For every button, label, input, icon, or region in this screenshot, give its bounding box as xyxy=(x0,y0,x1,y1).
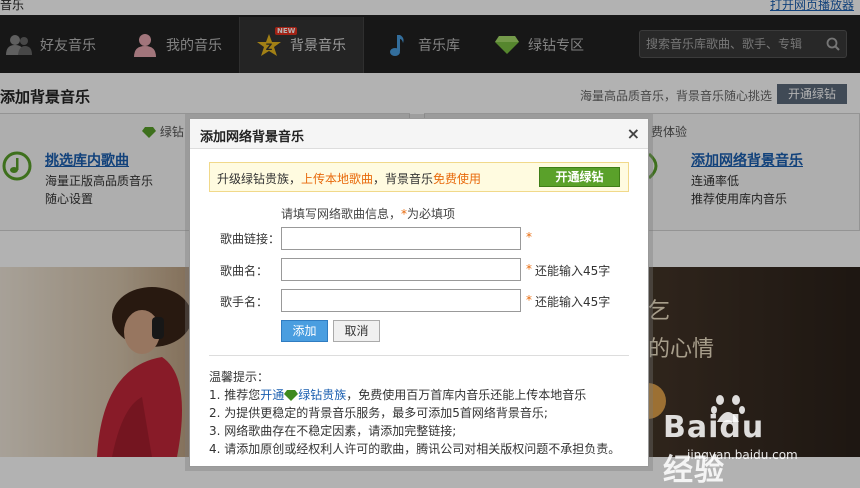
upsell-banner: 升级绿钻贵族，上传本地歌曲，背景音乐免费使用 开通绿钻 xyxy=(209,162,629,192)
dialog-header: 添加网络背景音乐 × xyxy=(190,119,648,149)
song-name-label: 歌曲名： xyxy=(220,264,269,278)
add-button[interactable]: 添加 xyxy=(281,320,328,342)
form-instruction: 请填写网络歌曲信息，*为必填项 xyxy=(281,207,456,221)
watermark-url: jingyan.baidu.com xyxy=(687,448,798,462)
divider xyxy=(209,355,629,356)
song-link-label: 歌曲链接： xyxy=(220,232,281,246)
song-name-input[interactable] xyxy=(281,258,521,281)
open-link[interactable]: 开通 xyxy=(260,388,284,402)
dialog-title: 添加网络背景音乐 xyxy=(200,130,305,145)
cancel-button[interactable]: 取消 xyxy=(333,320,380,342)
char-limit-hint: 还能输入45字 xyxy=(535,295,611,309)
tip-item: 1. 推荐您开通 绿钻贵族，免费使用百万首库内音乐还能上传本地音乐 xyxy=(209,388,587,402)
tip-item: 4. 请添加原创或经权利人许可的歌曲，腾讯公司对相关版权问题不承担负责。 xyxy=(209,442,621,456)
required-mark: * xyxy=(526,262,532,276)
upsell-text: 升级绿钻贵族，上传本地歌曲，背景音乐免费使用 xyxy=(217,172,482,186)
tip-item: 2. 为提供更稳定的背景音乐服务，最多可添加5首网络背景音乐; xyxy=(209,406,548,420)
song-link-input[interactable] xyxy=(281,227,521,250)
close-icon[interactable]: × xyxy=(627,124,640,143)
tips-title: 温馨提示： xyxy=(209,370,270,384)
green-diamond-noble-link[interactable]: 绿钻贵族 xyxy=(298,388,346,402)
required-mark: * xyxy=(526,293,532,307)
tip-item: 3. 网络歌曲存在不稳定因素，请添加完整链接; xyxy=(209,424,457,438)
open-green-diamond-button[interactable]: 开通绿钻 xyxy=(539,167,620,187)
char-limit-hint: 还能输入45字 xyxy=(535,264,611,278)
singer-name-label: 歌手名： xyxy=(220,295,269,309)
singer-name-input[interactable] xyxy=(281,289,521,312)
add-network-music-dialog: 添加网络背景音乐 × 升级绿钻贵族，上传本地歌曲，背景音乐免费使用 开通绿钻 请… xyxy=(189,118,649,467)
green-diamond-icon xyxy=(284,390,299,401)
required-mark: * xyxy=(526,230,532,244)
